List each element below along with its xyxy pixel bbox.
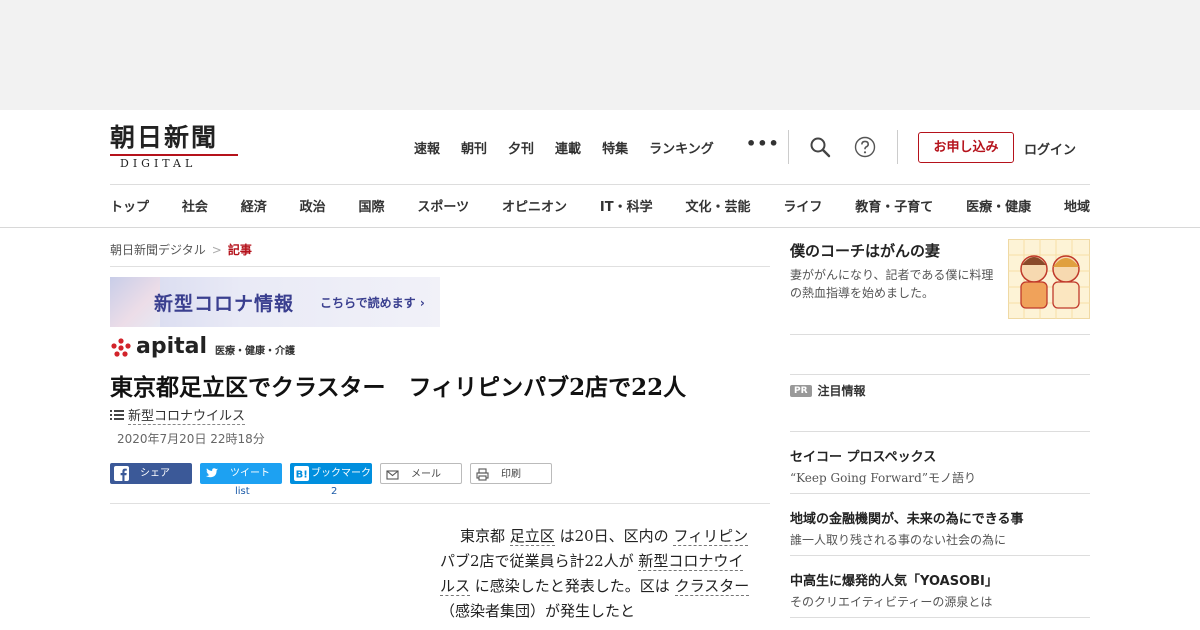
facebook-share-button[interactable]: シェア xyxy=(110,463,192,484)
list-icon xyxy=(110,410,124,420)
header-divider xyxy=(788,130,789,164)
site-header: 朝日新聞 DIGITAL 速報 朝刊 夕刊 連載 特集 ランキング ••• お申… xyxy=(0,110,1200,228)
pr-item-title[interactable]: セイコー プロスペックス xyxy=(790,446,936,465)
corona-banner-link: こちらで読めます › xyxy=(320,296,425,310)
breadcrumb-current: 記事 xyxy=(227,243,252,257)
mail-share-label: メール xyxy=(411,469,441,480)
pr-badge: PR xyxy=(790,384,812,397)
category-it-science[interactable]: IT・科学 xyxy=(600,196,653,215)
category-politics[interactable]: 政治 xyxy=(300,196,326,215)
body-text-segment: （感染者集団）が発生したと xyxy=(440,602,636,620)
search-icon[interactable] xyxy=(809,136,831,158)
breadcrumb: 朝日新聞デジタル > 記事 xyxy=(110,241,252,258)
logo-main-text: 朝日新聞 xyxy=(110,123,219,152)
promo-title[interactable]: 僕のコーチはがんの妻 xyxy=(790,240,940,261)
facebook-icon xyxy=(114,466,129,481)
login-link[interactable]: ログイン xyxy=(1024,139,1076,158)
body-text-segment: に感染したと発表した。区は xyxy=(474,577,670,595)
share-divider xyxy=(110,503,770,504)
pr-header: PR 注目情報 xyxy=(790,382,866,399)
category-culture[interactable]: 文化・芸能 xyxy=(685,196,750,215)
publish-date: 2020年7月20日 22時18分 xyxy=(117,432,265,446)
logo-underline xyxy=(110,154,238,156)
sidebar-divider xyxy=(790,374,1090,375)
corona-banner-title: 新型コロナ情報 xyxy=(154,293,295,315)
print-button[interactable]: 印刷 xyxy=(470,463,552,484)
topnav-item-rensai[interactable]: 連載 xyxy=(555,138,581,157)
category-economy[interactable]: 経済 xyxy=(241,196,267,215)
topnav-item-yuukan[interactable]: 夕刊 xyxy=(508,138,534,157)
topnav-item-tokushu[interactable]: 特集 xyxy=(602,138,628,157)
promo-description[interactable]: 妻ががんになり、記者である僕に料理の熱血指導を始めました。 xyxy=(790,266,1005,302)
banner-decoration xyxy=(110,277,160,327)
hatena-bookmark-icon: B! xyxy=(294,466,309,481)
sidebar-divider xyxy=(790,555,1090,556)
apital-brand[interactable]: apital 医療・健康・介護 xyxy=(110,336,295,358)
category-society[interactable]: 社会 xyxy=(182,196,208,215)
breadcrumb-home[interactable]: 朝日新聞デジタル xyxy=(110,243,206,257)
article-headline: 東京都足立区でクラスター フィリピンパブ2店で22人 xyxy=(110,374,687,401)
keyword-link-cluster[interactable]: クラスター xyxy=(674,577,750,596)
more-menu-button[interactable]: ••• xyxy=(746,134,780,153)
breadcrumb-separator: > xyxy=(211,243,222,257)
pr-item-title[interactable]: 地域の金融機関が、未来の為にできる事 xyxy=(790,508,1023,527)
pr-item-description[interactable]: 誰一人取り残される事のない社会の為に xyxy=(790,531,1006,548)
category-sports[interactable]: スポーツ xyxy=(417,196,469,215)
twitter-share-count[interactable]: list xyxy=(235,486,250,497)
body-text-segment: パブ2店で従業員ら計22人が xyxy=(440,552,634,570)
header-divider xyxy=(897,130,898,164)
category-life[interactable]: ライフ xyxy=(783,196,822,215)
apital-logo-icon xyxy=(111,338,131,357)
category-top[interactable]: トップ xyxy=(110,196,149,215)
topnav-item-ranking[interactable]: ランキング xyxy=(649,138,714,157)
print-icon xyxy=(476,468,489,481)
site-logo[interactable]: 朝日新聞 DIGITAL xyxy=(110,124,242,170)
print-label: 印刷 xyxy=(501,469,521,480)
sidebar-divider xyxy=(790,334,1090,335)
body-text-segment: 東京都 xyxy=(460,527,506,545)
sidebar-divider xyxy=(790,617,1090,618)
breadcrumb-divider xyxy=(110,266,770,267)
help-icon[interactable] xyxy=(854,136,876,158)
sidebar-divider xyxy=(790,493,1090,494)
top-ad-space xyxy=(0,0,1200,110)
article-tag-row: 新型コロナウイルス xyxy=(110,405,246,425)
svg-text:B!: B! xyxy=(296,470,308,481)
corona-info-banner[interactable]: 新型コロナ情報 こちらで読めます › xyxy=(110,277,440,327)
twitter-share-label: ツイート xyxy=(230,468,270,479)
top-nav: 速報 朝刊 夕刊 連載 特集 ランキング xyxy=(414,138,735,157)
topnav-item-choukan[interactable]: 朝刊 xyxy=(461,138,487,157)
hatena-bookmark-label: ブックマーク xyxy=(311,468,371,479)
mail-icon xyxy=(386,470,399,480)
category-nav: トップ 社会 経済 政治 国際 スポーツ オピニオン IT・科学 文化・芸能 ラ… xyxy=(110,196,1090,215)
apital-subtitle: 医療・健康・介護 xyxy=(215,346,296,357)
category-international[interactable]: 国際 xyxy=(359,196,385,215)
keyword-link-philippines[interactable]: フィリピン xyxy=(673,527,749,546)
facebook-share-label: シェア xyxy=(140,468,170,479)
keyword-link-adachi[interactable]: 足立区 xyxy=(509,527,555,546)
twitter-share-button[interactable]: ツイート xyxy=(200,463,282,484)
topnav-item-sokuhou[interactable]: 速報 xyxy=(414,138,440,157)
logo-sub-text: DIGITAL xyxy=(120,157,197,170)
pr-item-title[interactable]: 中高生に爆発的人気「YOASOBI」 xyxy=(790,570,998,589)
article-body: 東京都 足立区 は20日、区内の フィリピン パブ2店で従業員ら計22人が 新型… xyxy=(440,524,750,624)
topic-tag-link[interactable]: 新型コロナウイルス xyxy=(128,405,246,425)
pr-item-description[interactable]: “Keep Going Forward”モノ語り xyxy=(790,469,976,486)
category-region[interactable]: 地域 xyxy=(1064,196,1090,215)
twitter-icon xyxy=(205,468,218,478)
header-separator xyxy=(110,184,1090,185)
body-text-segment: は20日、区内の xyxy=(559,527,669,545)
mail-share-button[interactable]: メール xyxy=(380,463,462,484)
promo-illustration[interactable] xyxy=(1008,239,1090,319)
sidebar-divider xyxy=(790,431,1090,432)
hatena-bookmark-count[interactable]: 2 xyxy=(331,486,337,497)
apital-wordmark: apital xyxy=(136,334,208,359)
hatena-bookmark-button[interactable]: B! ブックマーク xyxy=(290,463,372,484)
pr-item-description[interactable]: そのクリエイティビティーの源泉とは xyxy=(790,593,992,610)
category-opinion[interactable]: オピニオン xyxy=(502,196,567,215)
category-health[interactable]: 医療・健康 xyxy=(966,196,1031,215)
category-education[interactable]: 教育・子育て xyxy=(855,196,933,215)
subscribe-button[interactable]: お申し込み xyxy=(918,132,1014,163)
pr-section-label: 注目情報 xyxy=(817,384,866,398)
